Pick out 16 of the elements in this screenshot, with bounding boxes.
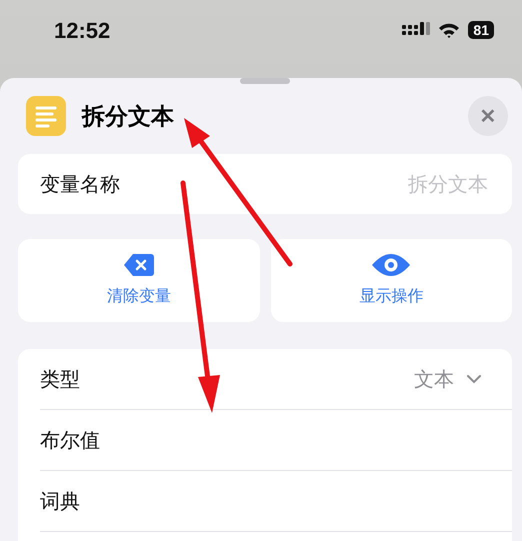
sheet-title: 拆分文本	[82, 102, 175, 132]
battery-indicator: 81	[468, 21, 494, 39]
show-action-button[interactable]: 显示操作	[270, 239, 512, 322]
status-time: 12:52	[54, 18, 110, 44]
variable-name-field[interactable]: 变量名称 拆分文本	[18, 154, 512, 214]
field-label: 变量名称	[40, 170, 120, 198]
chevron-down-icon	[466, 374, 482, 384]
text-lines-icon	[26, 96, 66, 136]
type-option[interactable]: 词典	[40, 471, 512, 532]
text-input[interactable]: 拆分文本	[120, 171, 490, 197]
signal-icon	[402, 22, 430, 38]
eye-icon	[372, 254, 410, 276]
type-option[interactable]: 布尔值	[40, 410, 512, 471]
clear-variable-button[interactable]: 清除变量	[18, 239, 260, 322]
wifi-icon	[438, 22, 460, 38]
delete-icon	[124, 254, 154, 276]
